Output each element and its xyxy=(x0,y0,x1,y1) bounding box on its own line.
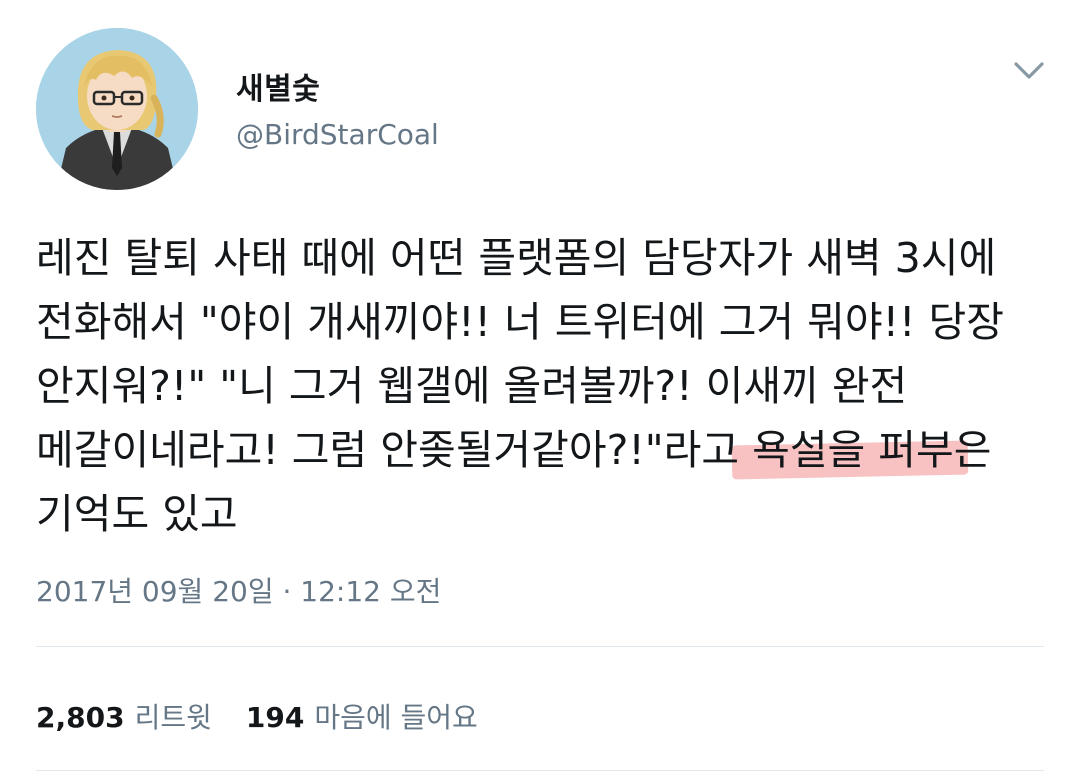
chevron-down-icon[interactable] xyxy=(1012,58,1046,84)
like-label[interactable]: 마음에 들어요 xyxy=(314,696,477,736)
username[interactable]: @BirdStarCoal xyxy=(236,118,439,151)
tweet-text-end: 기억도 있고 xyxy=(36,490,238,538)
tweet-card: 새별숯 @BirdStarCoal 레진 탈퇴 사태 때에 어떤 플랫폼의 담당… xyxy=(0,0,1080,780)
display-name[interactable]: 새별숯 xyxy=(236,64,320,108)
tweet-text: 레진 탈퇴 사태 때에 어떤 플랫폼의 담당자가 새벽 3시에 전화해서 "야이… xyxy=(36,226,1056,546)
timestamp[interactable]: 2017년 09월 20일 · 12:12 오전 xyxy=(36,570,441,610)
avatar[interactable] xyxy=(36,28,198,190)
retweet-label[interactable]: 리트윗 xyxy=(135,696,212,736)
tweet-text-highlighted: 욕설을 퍼부은 xyxy=(739,426,992,474)
divider xyxy=(36,770,1044,771)
avatar-illustration xyxy=(36,28,198,190)
retweet-count[interactable]: 2,803 xyxy=(36,701,125,734)
like-count[interactable]: 194 xyxy=(246,701,304,734)
divider xyxy=(36,646,1044,647)
tweet-stats: 2,803 리트윗 194 마음에 들어요 xyxy=(36,696,502,736)
